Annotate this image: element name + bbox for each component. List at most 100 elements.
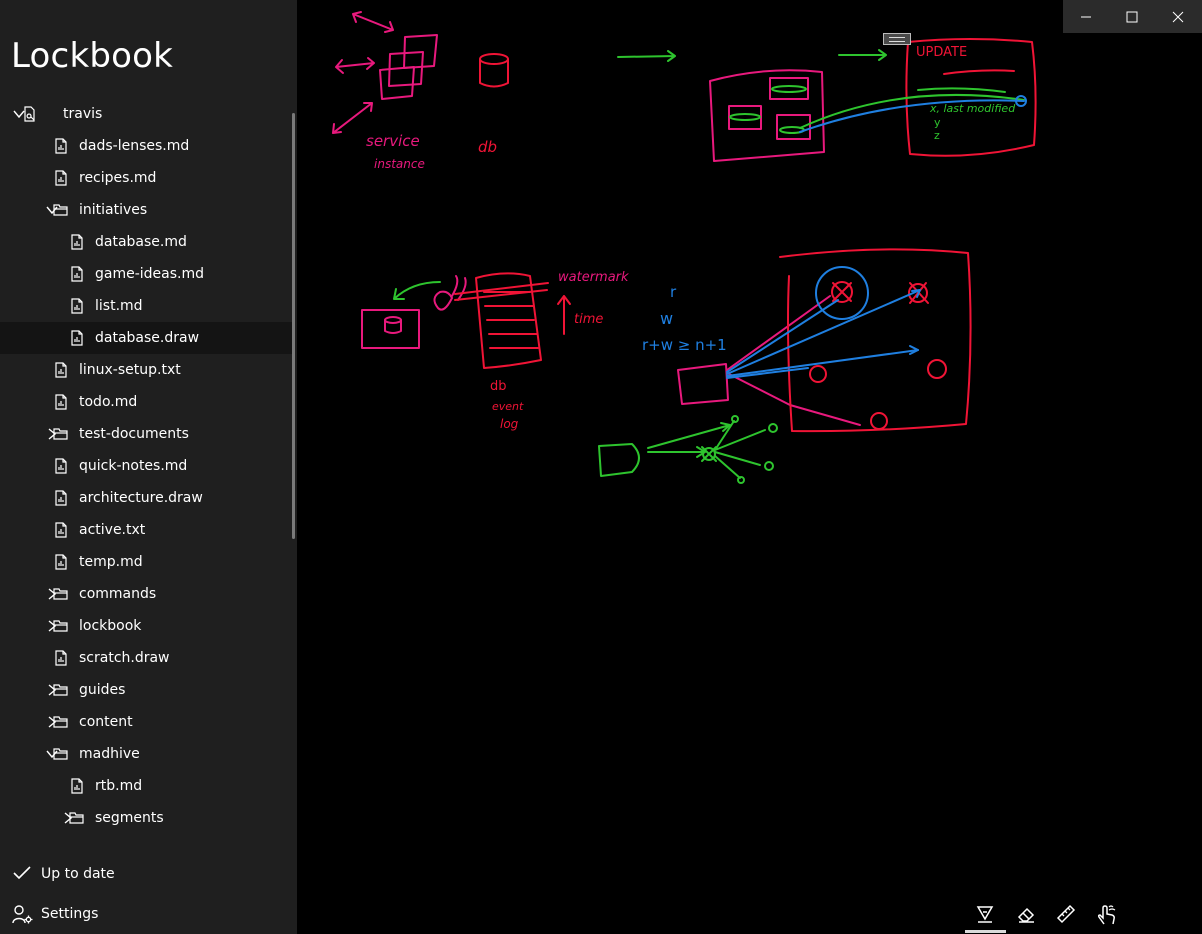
drawing-toolbar bbox=[963, 896, 1123, 932]
tree-folder[interactable]: guides bbox=[0, 674, 293, 706]
tree-folder[interactable]: content bbox=[0, 706, 293, 738]
tree-file[interactable]: scratch.draw bbox=[0, 642, 293, 674]
minimize-button[interactable] bbox=[1063, 0, 1109, 33]
watermark-label: watermark bbox=[558, 270, 629, 285]
folder-icon bbox=[53, 716, 68, 728]
tree-folder[interactable]: test-documents bbox=[0, 418, 293, 450]
tree-folder[interactable]: commands bbox=[0, 578, 293, 610]
pen-icon bbox=[976, 906, 994, 923]
touch-icon bbox=[1097, 905, 1116, 925]
tree-folder[interactable]: initiatives bbox=[0, 194, 293, 226]
file-icon bbox=[55, 458, 67, 474]
pen-tool-button[interactable] bbox=[965, 900, 1005, 930]
tree-file[interactable]: list.md bbox=[0, 290, 293, 322]
user-settings-icon bbox=[12, 905, 33, 924]
maximize-button[interactable] bbox=[1109, 0, 1155, 33]
drawing-canvas[interactable]: service instance db UPDATE x, last modif… bbox=[297, 0, 1202, 934]
minimize-icon bbox=[1081, 16, 1091, 18]
folder-icon bbox=[53, 204, 68, 216]
db-event-log-event: event bbox=[492, 400, 524, 413]
quorum-label: r+w ≥ n+1 bbox=[642, 336, 727, 354]
active-tool-indicator bbox=[965, 930, 1006, 933]
file-icon bbox=[55, 554, 67, 570]
update-label: UPDATE bbox=[916, 45, 967, 60]
close-icon bbox=[1172, 11, 1184, 23]
service-label: service bbox=[366, 132, 420, 150]
tree-item-label: commands bbox=[79, 586, 157, 602]
ruler-tool-button[interactable] bbox=[1045, 900, 1085, 930]
tree-item-label: linux-setup.txt bbox=[79, 362, 181, 378]
tree-item-label: todo.md bbox=[79, 394, 138, 410]
sync-status[interactable]: Up to date bbox=[0, 857, 297, 891]
service-instances-sketch bbox=[332, 11, 438, 134]
time-label: time bbox=[574, 312, 603, 327]
tree-file[interactable]: architecture.draw bbox=[0, 482, 293, 514]
tree-item-label: database.md bbox=[95, 234, 187, 250]
folder-icon bbox=[53, 684, 68, 696]
app-title: Lockbook bbox=[11, 36, 174, 76]
file-icon bbox=[55, 170, 67, 186]
file-icon bbox=[55, 394, 67, 410]
folder-icon bbox=[69, 812, 84, 824]
tree-account[interactable]: travis bbox=[0, 98, 293, 130]
file-icon bbox=[71, 778, 83, 794]
tree-file[interactable]: database.md bbox=[0, 226, 293, 258]
last-modified-label: x, last modified bbox=[929, 102, 1016, 115]
tree-folder[interactable]: segments bbox=[0, 802, 293, 834]
tree-file[interactable]: temp.md bbox=[0, 546, 293, 578]
tree-file[interactable]: linux-setup.txt bbox=[0, 354, 293, 386]
tree-file[interactable]: rtb.md bbox=[0, 770, 293, 802]
db-cylinder-sketch bbox=[479, 53, 509, 88]
db-event-log-log: log bbox=[500, 417, 519, 431]
tree-item-label: quick-notes.md bbox=[79, 458, 188, 474]
window-controls bbox=[1063, 0, 1202, 33]
tree-file[interactable]: todo.md bbox=[0, 386, 293, 418]
file-icon bbox=[71, 330, 83, 346]
sidebar-scrollbar[interactable] bbox=[292, 113, 295, 539]
r-label: r bbox=[670, 283, 677, 301]
tree-item-label: segments bbox=[95, 810, 164, 826]
folder-icon bbox=[53, 748, 68, 760]
tree-file[interactable]: recipes.md bbox=[0, 162, 293, 194]
eraser-icon bbox=[1017, 907, 1035, 923]
file-icon bbox=[71, 266, 83, 282]
eraser-tool-button[interactable] bbox=[1005, 900, 1045, 930]
touch-tool-button[interactable] bbox=[1085, 900, 1125, 930]
file-icon bbox=[71, 298, 83, 314]
z-label: z bbox=[934, 129, 940, 142]
file-icon bbox=[71, 234, 83, 250]
tree-item-label: temp.md bbox=[79, 554, 143, 570]
tree-file[interactable]: dads-lenses.md bbox=[0, 130, 293, 162]
tree-file[interactable]: quick-notes.md bbox=[0, 450, 293, 482]
tree-item-label: rtb.md bbox=[95, 778, 143, 794]
tree-item-label: list.md bbox=[95, 298, 143, 314]
db-label: db bbox=[478, 138, 497, 156]
tree-file[interactable]: active.txt bbox=[0, 514, 293, 546]
file-icon bbox=[55, 490, 67, 506]
settings-label: Settings bbox=[41, 906, 99, 922]
settings-button[interactable]: Settings bbox=[0, 897, 297, 931]
file-icon bbox=[55, 650, 67, 666]
tree-item-label: travis bbox=[63, 106, 103, 122]
page-drag-handle[interactable] bbox=[883, 33, 911, 45]
file-icon bbox=[55, 138, 67, 154]
db-event-log-db: db bbox=[490, 379, 507, 394]
tree-folder[interactable]: madhive bbox=[0, 738, 293, 770]
tree-folder[interactable]: lockbook bbox=[0, 610, 293, 642]
tree-item-label: game-ideas.md bbox=[95, 266, 205, 282]
tree-item-label: lockbook bbox=[79, 618, 142, 634]
tree-item-label: test-documents bbox=[79, 426, 189, 442]
checkmark-icon bbox=[13, 866, 31, 880]
tree-item-label: scratch.draw bbox=[79, 650, 170, 666]
folder-icon bbox=[53, 620, 68, 632]
tree-file[interactable]: database.draw bbox=[0, 322, 293, 354]
tree-item-label: architecture.draw bbox=[79, 490, 203, 506]
tree-item-label: initiatives bbox=[79, 202, 148, 218]
tree-file[interactable]: game-ideas.md bbox=[0, 258, 293, 290]
folder-icon bbox=[53, 428, 68, 440]
tree-item-label: active.txt bbox=[79, 522, 146, 538]
drawing-strokes: service instance db UPDATE x, last modif… bbox=[332, 11, 1037, 484]
sidebar: Lockbook travis dads-lenses.md recipes.md i… bbox=[0, 0, 297, 934]
maximize-icon bbox=[1126, 11, 1138, 23]
close-button[interactable] bbox=[1155, 0, 1201, 33]
